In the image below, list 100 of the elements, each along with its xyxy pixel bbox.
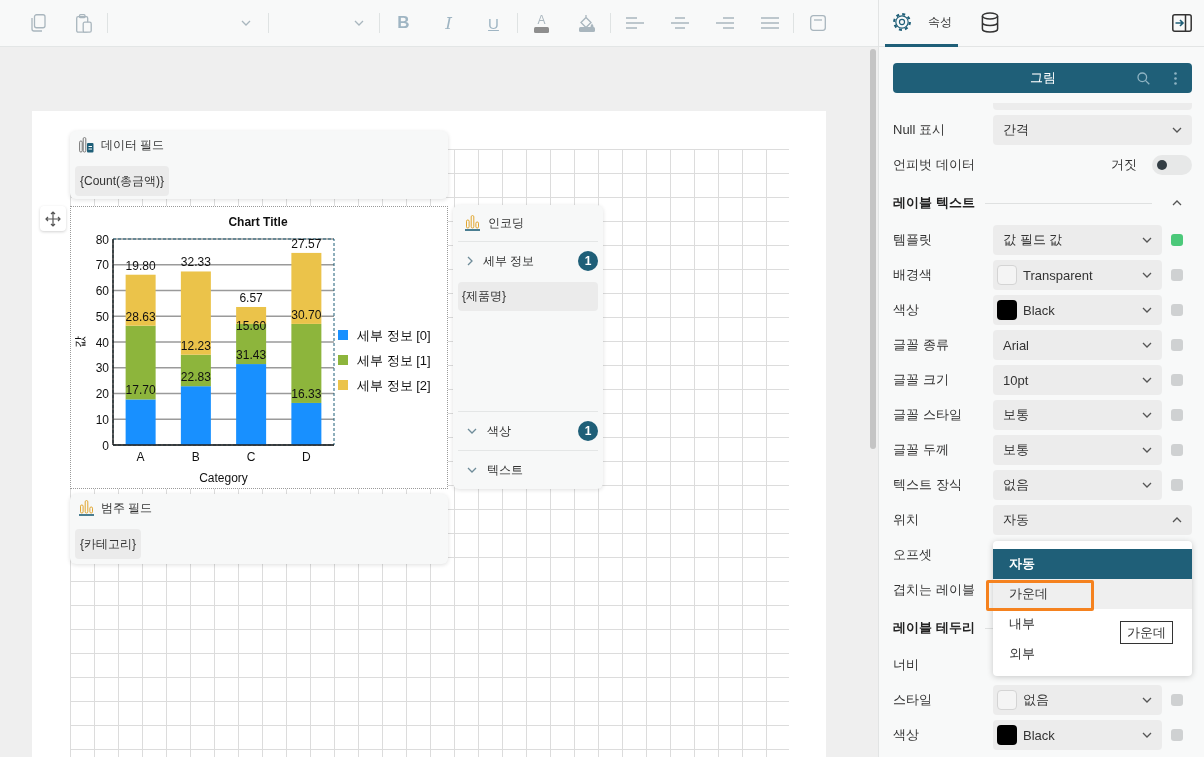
- indicator-icon[interactable]: [1171, 694, 1183, 706]
- dropdown-option[interactable]: 자동: [993, 549, 1192, 579]
- y-axis-label: 값: [73, 336, 87, 348]
- x-tick-label: D: [302, 450, 311, 464]
- color-bar-icon: [534, 26, 549, 33]
- select-field[interactable]: 값 필드 값: [993, 225, 1162, 255]
- properties-tab[interactable]: 속성: [885, 0, 958, 47]
- indicator-icon[interactable]: [1171, 409, 1183, 421]
- color-swatch-icon: [997, 265, 1017, 285]
- field-chip[interactable]: {제품명}: [458, 282, 598, 311]
- indicator-icon[interactable]: [1171, 234, 1183, 246]
- select-field[interactable]: 없음: [993, 685, 1162, 715]
- data-label: 27.57: [291, 236, 322, 251]
- align-center-icon: [670, 17, 689, 29]
- data-label: 30.70: [291, 307, 322, 322]
- align-left-icon: [625, 17, 644, 29]
- tooltip: 가운데: [1120, 621, 1173, 644]
- select-field[interactable]: 10pt: [993, 365, 1162, 395]
- chevron-down-icon: [1172, 127, 1182, 133]
- database-icon: [981, 11, 999, 33]
- property-label: 글꼴 두께: [893, 441, 950, 459]
- search-icon[interactable]: [1137, 71, 1150, 85]
- legend-label: 세부 정보 [0]: [357, 328, 431, 343]
- count-badge: 1: [578, 251, 598, 271]
- data-label: 6.57: [239, 291, 263, 305]
- indicator-icon[interactable]: [1171, 339, 1183, 351]
- chevron-down-icon: [1142, 732, 1152, 738]
- data-label: 17.70: [125, 383, 156, 398]
- y-tick-label: 40: [95, 335, 109, 350]
- select-field[interactable]: 보통: [993, 435, 1162, 465]
- section-title: 레이블 테두리: [893, 619, 975, 637]
- indicator-icon[interactable]: [1171, 269, 1183, 281]
- data-label: 28.63: [125, 309, 156, 324]
- select-field[interactable]: 없음: [993, 470, 1162, 500]
- move-handle[interactable]: [40, 206, 66, 231]
- data-label: 22.83: [180, 370, 211, 385]
- chevron-down-icon: [241, 20, 251, 26]
- indicator-icon[interactable]: [1171, 729, 1183, 741]
- y-tick-label: 70: [95, 258, 109, 273]
- property-label: Null 표시: [893, 121, 946, 139]
- color-swatch-icon: [997, 690, 1017, 710]
- chart-data-icon: [79, 137, 94, 153]
- property-label: 색상: [893, 301, 920, 319]
- paint-bucket-icon: [577, 14, 596, 32]
- y-tick-label: 0: [102, 438, 109, 453]
- bar-chart-icon: [465, 215, 480, 231]
- property-label: 겹치는 레이블: [893, 581, 976, 599]
- data-label: 19.80: [125, 258, 156, 273]
- select-field[interactable]: Arial: [993, 330, 1162, 360]
- more-icon[interactable]: [1174, 71, 1177, 85]
- chart-title: Chart Title: [228, 215, 288, 229]
- property-label: 텍스트 장식: [893, 476, 963, 494]
- select-field[interactable]: Black: [993, 295, 1162, 325]
- encoding-group[interactable]: 세부 정보 1: [458, 242, 598, 280]
- property-label: 너비: [893, 656, 920, 674]
- panel-header-title: 그림: [1029, 69, 1056, 87]
- align-justify-icon: [760, 17, 779, 29]
- chevron-down-icon: [1142, 237, 1152, 243]
- property-label: 색상: [893, 726, 920, 744]
- data-label: 12.23: [180, 338, 211, 353]
- select-field[interactable]: 자동: [993, 505, 1192, 535]
- property-label: 오프셋: [893, 546, 933, 564]
- toggle-switch[interactable]: [1152, 155, 1192, 175]
- encoding-group[interactable]: 색상 1: [458, 412, 598, 450]
- x-tick-label: C: [246, 450, 256, 464]
- indicator-icon[interactable]: [1171, 304, 1183, 316]
- chevron-down-icon: [1142, 272, 1152, 278]
- align-right-icon: [715, 17, 734, 29]
- scrollbar-thumb[interactable]: [870, 49, 876, 449]
- dropdown-option[interactable]: 외부: [993, 639, 1051, 669]
- gear-icon: [892, 12, 912, 32]
- select-field[interactable]: Black: [993, 720, 1162, 750]
- data-label: 16.33: [291, 386, 322, 401]
- chevron-down-icon: [1142, 342, 1152, 348]
- x-tick-label: A: [136, 450, 145, 464]
- select-field[interactable]: 보통: [993, 400, 1162, 430]
- select-field[interactable]: 간격: [993, 115, 1192, 145]
- property-label: 글꼴 종류: [893, 336, 950, 354]
- clipboard-icon: [75, 13, 92, 33]
- select-field[interactable]: Transparent: [993, 260, 1162, 290]
- y-tick-label: 20: [95, 387, 109, 401]
- indicator-icon[interactable]: [1171, 444, 1183, 456]
- property-label: 스타일: [893, 691, 933, 709]
- x-tick-label: B: [191, 450, 200, 464]
- chevron-up-icon[interactable]: [1172, 200, 1182, 206]
- encoding-group[interactable]: 텍스트: [458, 451, 598, 489]
- y-tick-label: 80: [95, 232, 109, 247]
- y-tick-label: 10: [95, 412, 109, 427]
- section-title: 레이블 텍스트: [893, 194, 975, 212]
- indicator-icon[interactable]: [1171, 479, 1183, 491]
- data-label: 32.33: [180, 255, 211, 270]
- dropdown-option[interactable]: 내부: [993, 609, 1051, 639]
- bar-chart-icon: [79, 500, 94, 516]
- chevron-down-icon: [1142, 412, 1152, 418]
- legend-label: 세부 정보 [1]: [357, 353, 431, 368]
- property-label: 글꼴 크기: [893, 371, 950, 389]
- field-chip[interactable]: {카테고리}: [75, 529, 141, 559]
- y-tick-label: 60: [95, 284, 109, 298]
- field-chip[interactable]: {Count(총금액)}: [75, 166, 170, 196]
- indicator-icon[interactable]: [1171, 374, 1183, 386]
